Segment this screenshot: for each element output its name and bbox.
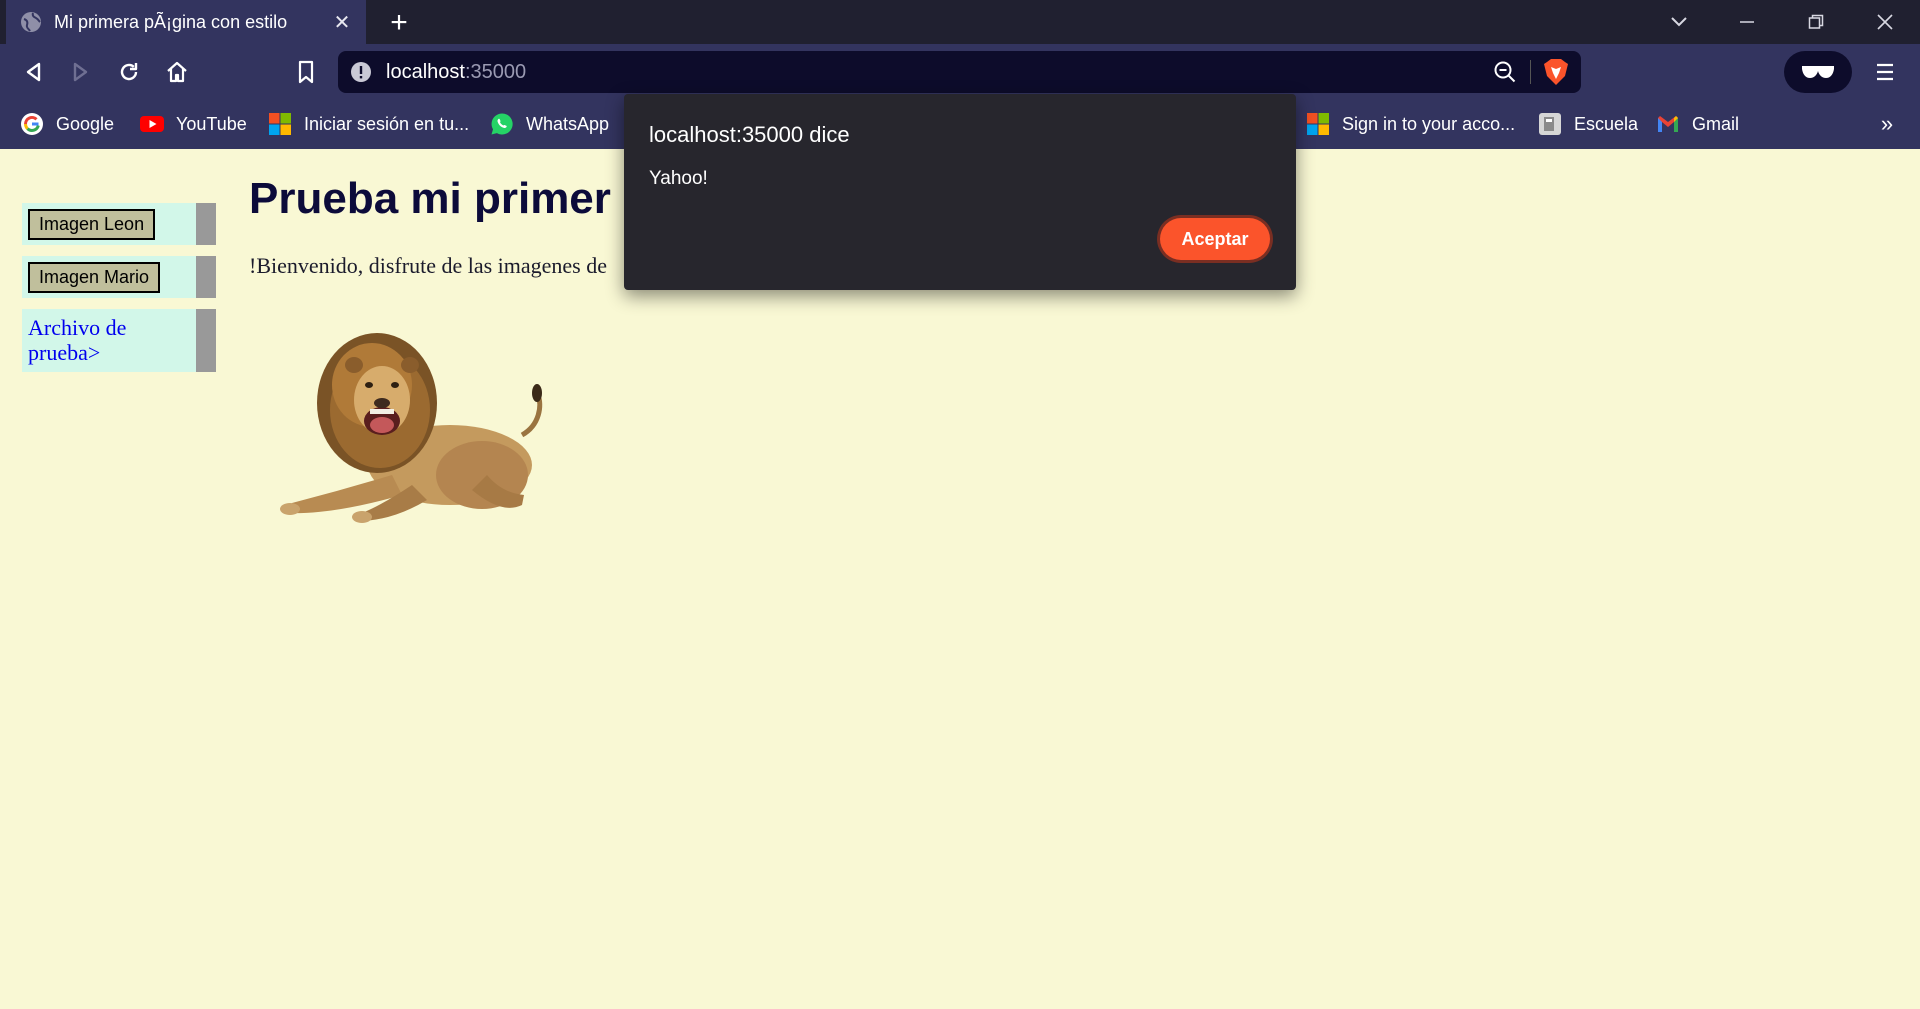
reload-icon[interactable]	[114, 57, 144, 87]
url-port: :35000	[464, 60, 527, 83]
lion-image	[280, 333, 543, 523]
tab-title: Mi primera pÃ¡gina con estilo	[54, 11, 288, 32]
alert-dialog: localhost:35000 dice Yahoo! Aceptar	[624, 94, 1296, 290]
tab-search-chevron-icon[interactable]	[1664, 8, 1694, 36]
microsoft-icon	[1306, 112, 1330, 136]
zoom-icon[interactable]	[1492, 59, 1518, 85]
bookmark-gmail[interactable]: Gmail	[1656, 108, 1739, 140]
page-heading: Prueba mi primer s	[249, 174, 648, 223]
bookmark-icon[interactable]	[291, 57, 321, 87]
bookmark-youtube[interactable]: YouTube	[140, 108, 247, 140]
youtube-icon	[140, 112, 164, 136]
escuela-icon	[1538, 112, 1562, 136]
gmail-icon	[1656, 112, 1680, 136]
home-icon[interactable]	[162, 57, 192, 87]
menu-icon[interactable]	[1870, 57, 1900, 87]
url-separator	[1530, 60, 1531, 84]
archivo-de-prueba-link[interactable]: Archivo de prueba>	[28, 315, 188, 365]
restore-icon[interactable]	[1801, 8, 1831, 36]
bookmark-label: WhatsApp	[526, 113, 610, 134]
browser-tab[interactable]: Mi primera pÃ¡gina con estilo ✕	[6, 0, 366, 44]
sidebar-item-mario: Imagen Mario	[22, 256, 216, 298]
new-tab-button[interactable]: +	[384, 6, 414, 39]
imagen-leon-button[interactable]: Imagen Leon	[28, 209, 156, 240]
extension-glasses-icon[interactable]	[1784, 51, 1852, 93]
brave-shields-icon[interactable]	[1543, 58, 1569, 86]
bookmark-label: Gmail	[1692, 113, 1740, 134]
sidebar-item-archivo: Archivo de prueba>	[22, 309, 216, 372]
bookmark-label: YouTube	[176, 113, 247, 134]
sidebar-item-leon: Imagen Leon	[22, 203, 216, 245]
aceptar-button[interactable]: Aceptar	[1160, 218, 1270, 260]
url-host: localhost	[386, 60, 465, 83]
minimize-icon[interactable]	[1732, 8, 1762, 36]
bookmark-sign-in[interactable]: Sign in to your acco...	[1306, 108, 1515, 140]
bookmark-label: Escuela	[1574, 113, 1639, 134]
bookmarks-more-icon[interactable]: »	[1872, 108, 1902, 140]
bookmark-iniciar-sesion[interactable]: Iniciar sesión en tu...	[268, 108, 469, 140]
site-info-icon[interactable]	[350, 61, 372, 83]
microsoft-icon	[268, 112, 292, 136]
bookmark-escuela[interactable]: Escuela	[1538, 108, 1638, 140]
google-icon	[20, 112, 44, 136]
bookmark-whatsapp[interactable]: WhatsApp	[490, 108, 609, 140]
globe-icon	[20, 11, 42, 33]
address-bar[interactable]: localhost:35000	[338, 51, 1581, 93]
close-window-icon[interactable]	[1870, 8, 1900, 36]
bookmark-google[interactable]: Google	[20, 108, 114, 140]
bookmark-label: Iniciar sesión en tu...	[304, 113, 470, 134]
forward-icon[interactable]	[66, 57, 96, 87]
back-icon[interactable]	[18, 57, 48, 87]
tab-bar: Mi primera pÃ¡gina con estilo ✕ +	[0, 0, 1920, 44]
navigation-bar: localhost:35000	[0, 44, 1920, 100]
close-tab-icon[interactable]: ✕	[330, 10, 354, 34]
dialog-title: localhost:35000 dice	[649, 122, 850, 147]
imagen-mario-button[interactable]: Imagen Mario	[28, 262, 161, 293]
dialog-message: Yahoo!	[649, 168, 708, 189]
bookmark-label: Google	[56, 113, 115, 134]
whatsapp-icon	[490, 112, 514, 136]
bookmark-label: Sign in to your acco...	[1342, 113, 1516, 134]
welcome-text: !Bienvenido, disfrute de las imagenes de	[249, 253, 608, 278]
